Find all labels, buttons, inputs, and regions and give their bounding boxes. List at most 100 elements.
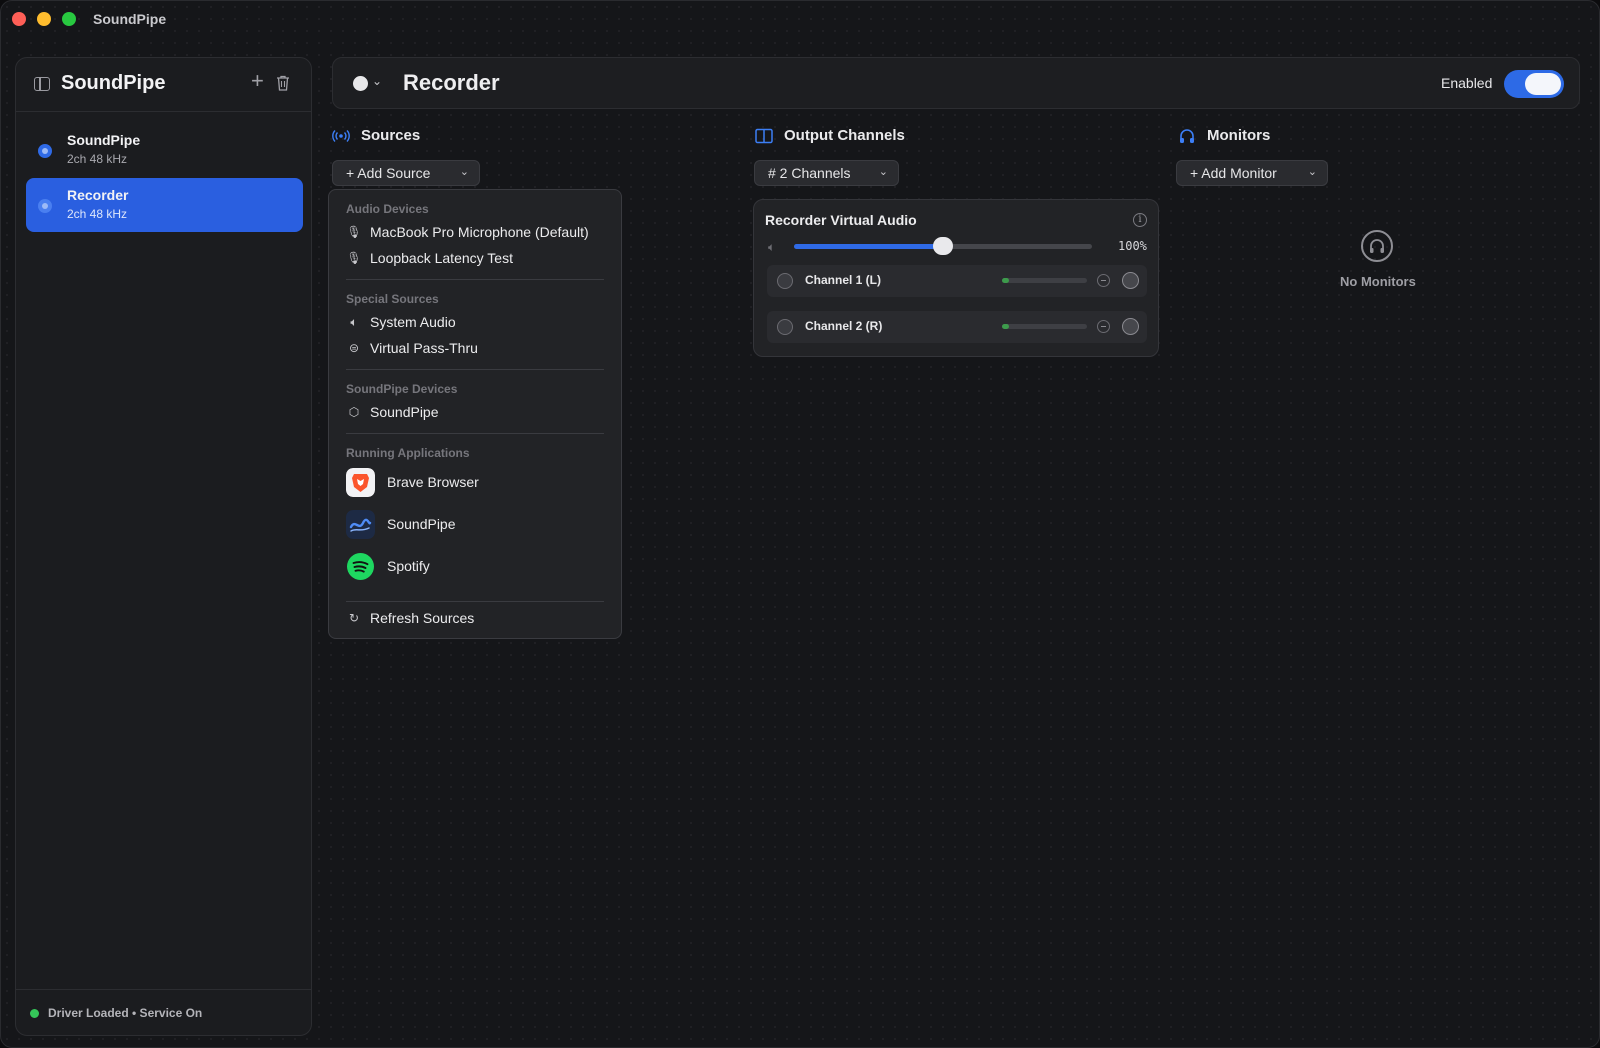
microphone-icon: 🎙︎ bbox=[346, 251, 362, 265]
menu-item-label: Brave Browser bbox=[387, 474, 479, 490]
menu-item-soundpipe-device[interactable]: ⬡ SoundPipe bbox=[346, 402, 606, 424]
chevron-down-icon: ⌄ bbox=[878, 166, 888, 178]
menu-item-label: Spotify bbox=[387, 558, 430, 574]
channel-level-meter bbox=[1002, 324, 1087, 329]
headphones-icon bbox=[1180, 129, 1194, 143]
menu-item-label: Loopback Latency Test bbox=[370, 250, 513, 266]
sidebar-item-recorder[interactable]: Recorder 2ch 48 kHz bbox=[26, 178, 303, 232]
close-window-button[interactable] bbox=[12, 12, 26, 26]
menu-group-soundpipe-devices: SoundPipe Devices bbox=[346, 382, 458, 396]
channel-mute-icon[interactable] bbox=[1097, 274, 1110, 287]
device-icon bbox=[38, 199, 52, 213]
columns-icon bbox=[755, 128, 773, 144]
menu-item-spotify[interactable]: Spotify bbox=[346, 550, 606, 582]
device-icon bbox=[38, 144, 52, 158]
sources-header: Sources bbox=[332, 126, 532, 148]
output-device-title: Recorder Virtual Audio bbox=[765, 212, 917, 228]
channel-name: Channel 1 (L) bbox=[805, 273, 882, 287]
sidebar-footer: Driver Loaded • Service On bbox=[16, 989, 311, 1035]
menu-item-loopback-latency-test[interactable]: 🎙︎ Loopback Latency Test bbox=[346, 248, 606, 270]
info-icon[interactable]: i bbox=[1133, 213, 1147, 227]
enabled-toggle[interactable] bbox=[1504, 70, 1564, 98]
sidebar-title: SoundPipe bbox=[61, 72, 166, 94]
channel-level-meter bbox=[1002, 278, 1087, 283]
add-source-label: + Add Source bbox=[346, 165, 431, 181]
minimize-window-button[interactable] bbox=[37, 12, 51, 26]
menu-separator bbox=[346, 433, 604, 434]
passthru-icon: ⊜ bbox=[348, 341, 360, 355]
menu-item-macbook-microphone[interactable]: 🎙︎ MacBook Pro Microphone (Default) bbox=[346, 222, 606, 244]
spotify-icon bbox=[347, 553, 374, 580]
device-menu-button[interactable]: ⌄ bbox=[353, 74, 387, 94]
menu-item-system-audio[interactable]: 🔈︎ System Audio bbox=[346, 312, 606, 334]
empty-state-label: No Monitors bbox=[1340, 274, 1416, 289]
page-title: Recorder bbox=[403, 70, 500, 95]
enabled-label: Enabled bbox=[1441, 75, 1493, 91]
status-indicator-icon bbox=[30, 1009, 39, 1018]
menu-group-special-sources: Special Sources bbox=[346, 292, 439, 306]
add-device-button[interactable]: + bbox=[251, 70, 264, 92]
menu-item-label: SoundPipe bbox=[370, 404, 439, 420]
speaker-icon: 🔈︎ bbox=[768, 240, 776, 254]
channel-row: Channel 1 (L) bbox=[767, 265, 1147, 297]
channel-toggle-button[interactable] bbox=[1122, 272, 1139, 289]
menu-item-virtual-pass-thru[interactable]: ⊜ Virtual Pass-Thru bbox=[346, 338, 606, 360]
volume-slider-knob[interactable] bbox=[933, 237, 953, 255]
menu-group-audio-devices: Audio Devices bbox=[346, 202, 429, 216]
channel-level-fill bbox=[1002, 324, 1009, 329]
channel-level-fill bbox=[1002, 278, 1009, 283]
channel-select-radio[interactable] bbox=[777, 319, 793, 335]
menu-item-label: MacBook Pro Microphone (Default) bbox=[370, 224, 589, 240]
monitors-title: Monitors bbox=[1207, 127, 1271, 144]
menu-separator bbox=[346, 279, 604, 280]
chevron-down-icon: ⌄ bbox=[372, 74, 383, 88]
headphones-icon bbox=[1361, 230, 1393, 262]
zoom-window-button[interactable] bbox=[62, 12, 76, 26]
channels-count-dropdown[interactable]: # 2 Channels ⌄ bbox=[754, 160, 899, 186]
sources-title: Sources bbox=[361, 127, 421, 144]
channel-mute-icon[interactable] bbox=[1097, 320, 1110, 333]
device-meta: 2ch 48 kHz bbox=[67, 207, 128, 221]
add-source-button[interactable]: + Add Source ⌄ bbox=[332, 160, 480, 186]
microphone-icon: 🎙︎ bbox=[346, 225, 362, 239]
brave-browser-icon bbox=[346, 468, 375, 497]
add-source-menu: Audio Devices 🎙︎ MacBook Pro Microphone … bbox=[328, 189, 622, 639]
menu-item-brave-browser[interactable]: Brave Browser bbox=[346, 466, 606, 498]
speaker-icon: 🔈︎ bbox=[350, 315, 358, 329]
driver-status: Driver Loaded • Service On bbox=[48, 1006, 203, 1020]
titlebar: SoundPipe bbox=[1, 1, 1599, 37]
cube-icon: ⬡ bbox=[348, 405, 360, 419]
monitors-header: Monitors bbox=[1178, 126, 1378, 148]
menu-item-soundpipe-app[interactable]: SoundPipe bbox=[346, 508, 606, 540]
sidebar-toggle-icon[interactable] bbox=[34, 77, 50, 91]
toggle-knob bbox=[1525, 73, 1561, 95]
chevron-down-icon: ⌄ bbox=[459, 166, 469, 178]
channel-select-radio[interactable] bbox=[777, 273, 793, 289]
volume-percent: 100% bbox=[1118, 239, 1147, 253]
refresh-icon: ↻ bbox=[348, 611, 360, 625]
app-window: SoundPipe SoundPipe + SoundPipe 2ch 48 k… bbox=[0, 0, 1600, 1048]
trash-icon[interactable] bbox=[276, 75, 290, 91]
menu-item-label: Virtual Pass-Thru bbox=[370, 340, 478, 356]
channel-name: Channel 2 (R) bbox=[805, 319, 883, 333]
menu-separator bbox=[346, 601, 604, 602]
output-channels-title: Output Channels bbox=[784, 127, 905, 144]
soundpipe-app-icon bbox=[346, 510, 375, 539]
device-header: ⌄ Recorder Enabled bbox=[332, 57, 1580, 109]
channels-count-label: # 2 Channels bbox=[768, 165, 851, 181]
volume-slider[interactable] bbox=[794, 237, 1092, 255]
sidebar-header: SoundPipe + bbox=[16, 58, 311, 112]
sidebar-item-soundpipe[interactable]: SoundPipe 2ch 48 kHz bbox=[26, 123, 303, 177]
menu-item-label: SoundPipe bbox=[387, 516, 456, 532]
refresh-sources-button[interactable]: ↻ Refresh Sources bbox=[346, 608, 606, 630]
chevron-down-icon: ⌄ bbox=[1307, 166, 1317, 178]
device-icon bbox=[353, 76, 368, 91]
menu-item-label: System Audio bbox=[370, 314, 456, 330]
volume-slider-fill bbox=[794, 244, 943, 249]
sidebar: SoundPipe + SoundPipe 2ch 48 kHz Recorde… bbox=[15, 57, 312, 1036]
device-name: SoundPipe bbox=[67, 132, 141, 148]
channel-toggle-button[interactable] bbox=[1122, 318, 1139, 335]
menu-group-running-applications: Running Applications bbox=[346, 446, 470, 460]
add-monitor-button[interactable]: + Add Monitor ⌄ bbox=[1176, 160, 1328, 186]
device-meta: 2ch 48 kHz bbox=[67, 152, 128, 166]
